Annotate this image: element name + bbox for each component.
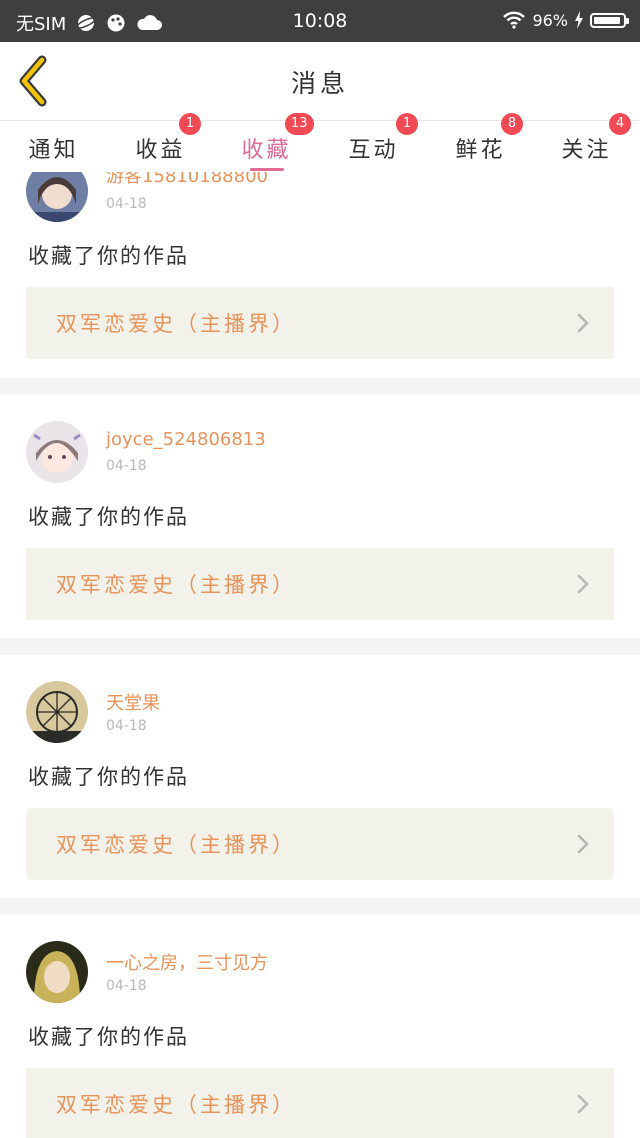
action-text: 收藏了你的作品 <box>28 244 189 268</box>
chevron-right-icon <box>577 1094 589 1114</box>
avatar[interactable] <box>26 681 88 743</box>
charging-icon <box>575 11 583 29</box>
tab-earnings[interactable]: 收益 1 <box>107 113 214 173</box>
tab-label: 收益 <box>135 138 186 163</box>
battery-icon <box>590 12 629 28</box>
tab-bar: 通知 收益 1 收藏 13 互动 1 鲜花 8 关注 4 <box>0 113 640 173</box>
action-text: 收藏了你的作品 <box>28 505 189 529</box>
work-link[interactable]: 双军恋爱史（主播界） <box>26 1068 614 1138</box>
tab-label: 收藏 <box>241 138 292 163</box>
status-bar: 无SIM 10:08 96% <box>0 0 640 42</box>
tab-label: 通知 <box>28 138 79 163</box>
unread-badge: 1 <box>396 113 418 135</box>
tab-notifications[interactable]: 通知 <box>0 121 107 173</box>
username[interactable]: joyce_524806813 <box>106 429 266 450</box>
avatar[interactable] <box>26 941 88 1003</box>
username[interactable]: 游客15810188800 <box>106 172 268 188</box>
timestamp: 04-18 <box>106 718 147 734</box>
battery-percent: 96% <box>532 10 568 30</box>
username[interactable]: 一心之房，三寸见方 <box>106 949 268 975</box>
active-tab-indicator <box>249 168 284 171</box>
work-title: 双军恋爱史（主播界） <box>56 312 296 336</box>
page-title: 消息 <box>290 69 349 98</box>
status-right: 96% <box>502 10 629 30</box>
chevron-right-icon <box>577 834 589 854</box>
work-link[interactable]: 双军恋爱史（主播界） <box>26 287 614 359</box>
username[interactable]: 天堂果 <box>106 689 160 715</box>
chevron-right-icon <box>577 574 589 594</box>
tab-interactions[interactable]: 互动 1 <box>320 113 427 173</box>
tab-favorites[interactable]: 收藏 13 <box>213 113 320 173</box>
tab-label: 互动 <box>348 138 399 163</box>
wifi-icon <box>503 11 526 29</box>
list-item: 一心之房，三寸见方 04-18 收藏了你的作品 双军恋爱史（主播界） <box>0 915 640 1138</box>
list-item: 天堂果 04-18 收藏了你的作品 双军恋爱史（主播界） <box>0 655 640 898</box>
tab-following[interactable]: 关注 4 <box>533 113 640 173</box>
work-link[interactable]: 双军恋爱史（主播界） <box>26 808 614 880</box>
tab-label: 关注 <box>561 138 612 163</box>
timestamp: 04-18 <box>106 196 147 212</box>
tab-flowers[interactable]: 鲜花 8 <box>427 113 534 173</box>
work-link[interactable]: 双军恋爱史（主播界） <box>26 548 614 620</box>
action-text: 收藏了你的作品 <box>28 765 189 789</box>
message-list[interactable]: 游客15810188800 04-18 收藏了你的作品 双军恋爱史（主播界） j… <box>0 172 640 1138</box>
timestamp: 04-18 <box>106 458 147 474</box>
unread-badge: 13 <box>285 113 314 135</box>
unread-badge: 1 <box>179 113 201 135</box>
work-title: 双军恋爱史（主播界） <box>56 573 296 597</box>
timestamp: 04-18 <box>106 978 147 994</box>
tab-label: 鲜花 <box>455 138 506 163</box>
unread-badge: 4 <box>609 113 631 135</box>
action-text: 收藏了你的作品 <box>28 1025 189 1049</box>
work-title: 双军恋爱史（主播界） <box>56 1093 296 1117</box>
chevron-right-icon <box>577 313 589 333</box>
unread-badge: 8 <box>501 113 523 135</box>
app-header: 消息 <box>0 42 640 120</box>
avatar[interactable] <box>26 172 88 222</box>
avatar[interactable] <box>26 421 88 483</box>
list-item: 游客15810188800 04-18 收藏了你的作品 双军恋爱史（主播界） <box>0 172 640 378</box>
list-item: joyce_524806813 04-18 收藏了你的作品 双军恋爱史（主播界） <box>0 395 640 638</box>
work-title: 双军恋爱史（主播界） <box>56 833 296 857</box>
